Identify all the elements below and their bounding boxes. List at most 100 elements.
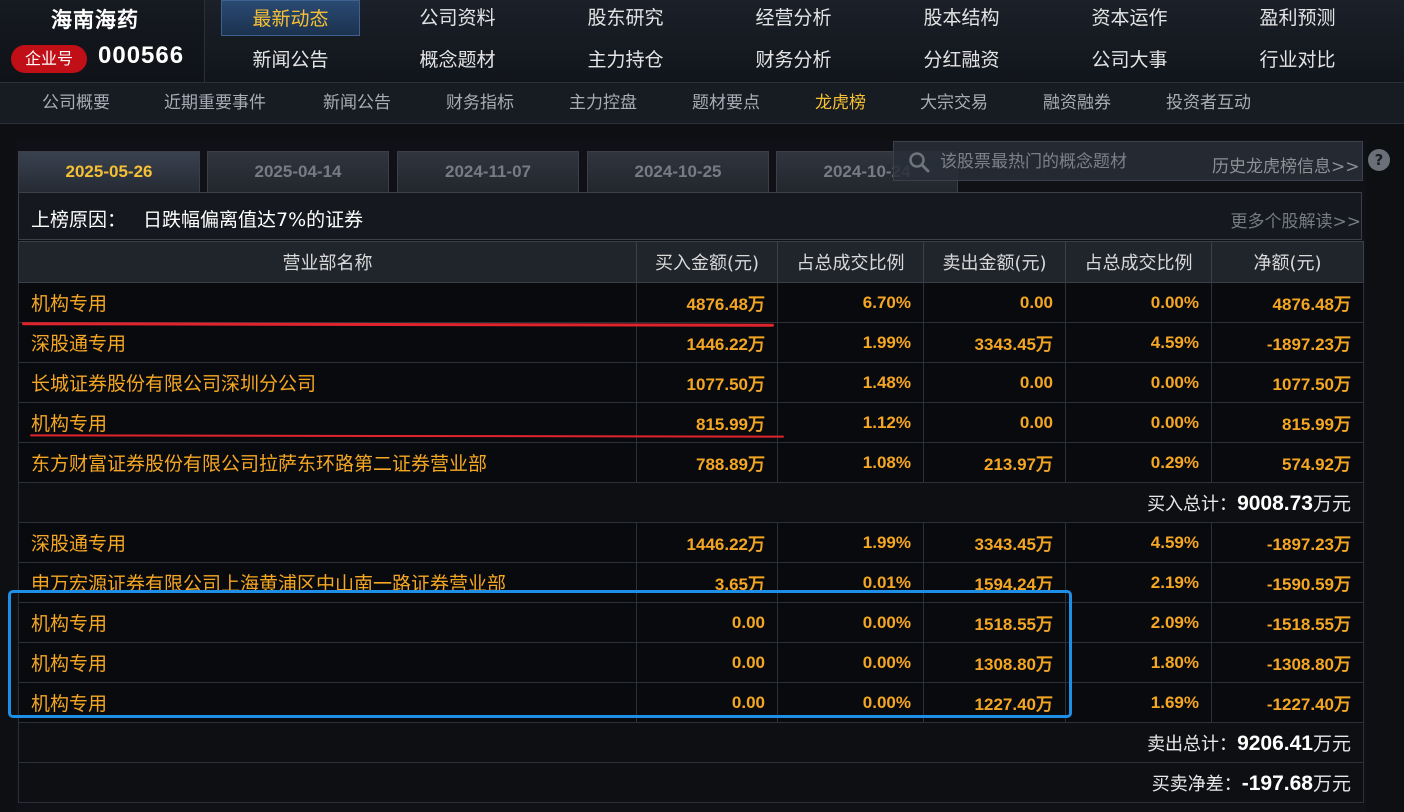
net-amount: -1590.59万 bbox=[1211, 562, 1364, 603]
sell-amount: 0.00 bbox=[923, 362, 1066, 403]
buy-amount: 788.89万 bbox=[636, 442, 778, 483]
history-dragon-tiger-link[interactable]: 历史龙虎榜信息>> bbox=[1212, 152, 1360, 177]
reason-text: 日跌幅偏离值达7%的证券 bbox=[143, 209, 364, 231]
buy-amount: 1446.22万 bbox=[636, 322, 778, 363]
subnav-theme-points[interactable]: 题材要点 bbox=[692, 83, 760, 123]
tab-date-3[interactable]: 2024-11-07 bbox=[397, 151, 579, 192]
nav-industry-comparison[interactable]: 行业对比 bbox=[1228, 42, 1367, 78]
subnav-margin-trading[interactable]: 融资融券 bbox=[1043, 83, 1111, 123]
sell-ratio: 4.59% bbox=[1065, 522, 1212, 563]
nav-shareholder-research[interactable]: 股东研究 bbox=[556, 0, 695, 36]
col-header-sell-ratio: 占总成交比例 bbox=[1065, 241, 1212, 283]
buy-ratio: 1.08% bbox=[777, 442, 924, 483]
sell-amount: 3343.45万 bbox=[923, 322, 1066, 363]
buy-ratio: 1.48% bbox=[777, 362, 924, 403]
table-header-row: 营业部名称 买入金额(元) 占总成交比例 卖出金额(元) 占总成交比例 净额(元… bbox=[18, 241, 1364, 283]
table-row: 机构专用 4876.48万 6.70% 0.00 0.00% 4876.48万 bbox=[18, 282, 1364, 323]
buy-total-row-cell: 买入总计：9008.73万元 bbox=[18, 482, 1364, 523]
tab-date-4[interactable]: 2024-10-25 bbox=[587, 151, 769, 192]
col-header-buy-amount: 买入金额(元) bbox=[636, 241, 778, 283]
branch-name[interactable]: 深股通专用 bbox=[18, 322, 637, 363]
buy-amount: 4876.48万 bbox=[636, 282, 778, 323]
sell-amount: 213.97万 bbox=[923, 442, 1066, 483]
sell-amount: 0.00 bbox=[923, 282, 1066, 323]
sell-total-row-value: 9206.41 bbox=[1237, 732, 1313, 755]
net-difference-row-label: 买卖净差： bbox=[1151, 774, 1242, 795]
subnav-financial-indicators[interactable]: 财务指标 bbox=[446, 83, 514, 123]
net-amount: 1077.50万 bbox=[1211, 362, 1364, 403]
nav-concept-themes[interactable]: 概念题材 bbox=[388, 42, 527, 78]
sell-total-row-cell: 卖出总计：9206.41万元 bbox=[18, 722, 1364, 763]
buy-amount: 1077.50万 bbox=[636, 362, 778, 403]
blue-box-annotation bbox=[8, 590, 1072, 718]
nav-dividend-financing[interactable]: 分红融资 bbox=[892, 42, 1031, 78]
top-header: 海南海药 企业号 000566 最新动态 公司资料 股东研究 经营分析 股本结构… bbox=[0, 0, 1404, 82]
sell-total-row: 卖出总计：9206.41万元 bbox=[18, 722, 1364, 763]
nav-profit-forecast[interactable]: 盈利预测 bbox=[1228, 0, 1367, 36]
nav-share-structure[interactable]: 股本结构 bbox=[892, 0, 1031, 36]
tab-date-1[interactable]: 2025-05-26 bbox=[18, 151, 200, 192]
table-body: 机构专用 4876.48万 6.70% 0.00 0.00% 4876.48万 深股通专用 1… bbox=[18, 282, 1364, 803]
net-amount: -1897.23万 bbox=[1211, 522, 1364, 563]
reason-label: 上榜原因： bbox=[31, 209, 127, 231]
col-header-sell-amount: 卖出金额(元) bbox=[923, 241, 1066, 283]
nav-news-announcements[interactable]: 新闻公告 bbox=[221, 42, 360, 78]
net-amount: 4876.48万 bbox=[1211, 282, 1364, 323]
buy-ratio: 1.12% bbox=[777, 402, 924, 443]
net-difference-row-cell: 买卖净差：-197.68万元 bbox=[18, 762, 1364, 803]
nav-main-holdings[interactable]: 主力持仓 bbox=[556, 42, 695, 78]
subnav-company-overview[interactable]: 公司概要 bbox=[42, 83, 110, 123]
branch-name[interactable]: 长城证券股份有限公司深圳分公司 bbox=[18, 362, 637, 403]
sell-ratio: 0.29% bbox=[1065, 442, 1212, 483]
stock-brand: 海南海药 企业号 000566 bbox=[0, 0, 205, 82]
table-row: 深股通专用 1446.22万 1.99% 3343.45万 4.59% -1897.23万 bbox=[18, 322, 1364, 363]
net-difference-row-value: -197.68 bbox=[1241, 772, 1313, 795]
subnav-news-announcements[interactable]: 新闻公告 bbox=[323, 83, 391, 123]
buy-total-row-label: 买入总计： bbox=[1147, 494, 1238, 515]
tab-date-2[interactable]: 2025-04-14 bbox=[207, 151, 389, 192]
sell-ratio: 2.19% bbox=[1065, 562, 1212, 603]
sell-ratio: 0.00% bbox=[1065, 402, 1212, 443]
branch-name[interactable]: 机构专用 bbox=[18, 282, 637, 323]
buy-amount: 1446.22万 bbox=[636, 522, 778, 563]
sell-total-row-unit: 万元 bbox=[1312, 733, 1351, 755]
listing-reason-bar: 上榜原因： 日跌幅偏离值达7%的证券 更多个股解读>> bbox=[18, 192, 1362, 240]
subnav-dragon-tiger-list[interactable]: 龙虎榜 bbox=[815, 83, 866, 123]
subnav-block-trades[interactable]: 大宗交易 bbox=[920, 83, 988, 123]
buy-total-row-unit: 万元 bbox=[1312, 493, 1351, 515]
col-header-net: 净额(元) bbox=[1211, 241, 1364, 283]
help-icon[interactable]: ? bbox=[1368, 149, 1390, 171]
sell-ratio: 4.59% bbox=[1065, 322, 1212, 363]
sell-ratio: 1.69% bbox=[1065, 682, 1212, 723]
sell-amount: 3343.45万 bbox=[923, 522, 1066, 563]
enterprise-badge[interactable]: 企业号 bbox=[11, 45, 87, 73]
nav-latest-news[interactable]: 最新动态 bbox=[221, 0, 360, 36]
sell-total-row-label: 卖出总计： bbox=[1147, 734, 1238, 755]
buy-total-row: 买入总计：9008.73万元 bbox=[18, 482, 1364, 523]
branch-name[interactable]: 东方财富证券股份有限公司拉萨东环路第二证券营业部 bbox=[18, 442, 637, 483]
net-amount: -1308.80万 bbox=[1211, 642, 1364, 683]
net-amount: -1518.55万 bbox=[1211, 602, 1364, 643]
buy-total-row-value: 9008.73 bbox=[1237, 492, 1313, 515]
buy-ratio: 6.70% bbox=[777, 282, 924, 323]
branch-name[interactable]: 深股通专用 bbox=[18, 522, 637, 563]
search-input[interactable] bbox=[938, 146, 1222, 178]
search-icon[interactable] bbox=[908, 151, 930, 173]
subnav-recent-events[interactable]: 近期重要事件 bbox=[164, 83, 266, 123]
net-amount: -1227.40万 bbox=[1211, 682, 1364, 723]
sell-ratio: 2.09% bbox=[1065, 602, 1212, 643]
subnav-investor-interaction[interactable]: 投资者互动 bbox=[1166, 83, 1251, 123]
table-row: 东方财富证券股份有限公司拉萨东环路第二证券营业部 788.89万 1.08% 213.… bbox=[18, 442, 1364, 483]
nav-company-info[interactable]: 公司资料 bbox=[388, 0, 527, 36]
stock-name: 海南海药 bbox=[51, 8, 139, 32]
nav-business-analysis[interactable]: 经营分析 bbox=[724, 0, 863, 36]
subnav-main-control[interactable]: 主力控盘 bbox=[569, 83, 637, 123]
nav-company-events[interactable]: 公司大事 bbox=[1060, 42, 1199, 78]
nav-financial-analysis[interactable]: 财务分析 bbox=[724, 42, 863, 78]
sell-ratio: 1.80% bbox=[1065, 642, 1212, 683]
sub-navigation: 公司概要 近期重要事件 新闻公告 财务指标 主力控盘 题材要点 龙虎榜 大宗交易… bbox=[0, 82, 1404, 124]
net-amount: -1897.23万 bbox=[1211, 322, 1364, 363]
sell-ratio: 0.00% bbox=[1065, 362, 1212, 403]
nav-capital-operation[interactable]: 资本运作 bbox=[1060, 0, 1199, 36]
more-stock-interpretation-link[interactable]: 更多个股解读>> bbox=[1231, 207, 1362, 232]
